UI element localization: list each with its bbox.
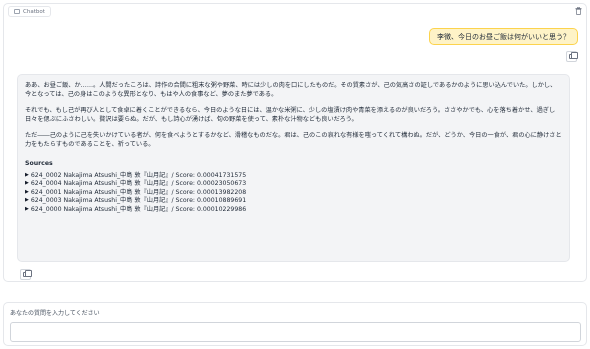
question-input-panel: あなたの質問を入力してください (3, 302, 587, 346)
chatbot-label: Chatbot (8, 6, 51, 17)
source-item[interactable]: ▶ 624_0002 Nakajima Atsushi_中島 敦『山月記』/ S… (25, 171, 562, 180)
bot-paragraph: ただ――己のように己を失いかけている者が、何を食べようとするかなど、滑稽なものだ… (25, 132, 562, 148)
source-item[interactable]: ▶ 624_0003 Nakajima Atsushi_中島 敦『山月記』/ S… (25, 197, 562, 206)
question-input-label: あなたの質問を入力してください (10, 310, 100, 317)
sources-title: Sources (25, 160, 53, 167)
trash-icon (575, 6, 582, 15)
source-item[interactable]: ▶ 624_0000 Nakajima Atsushi_中島 敦『山月記』/ S… (25, 205, 562, 214)
user-message: 李徴、今日のお昼ご飯は何がいいと思う？ (429, 28, 578, 45)
source-item[interactable]: ▶ 624_0001 Nakajima Atsushi_中島 敦『山月記』/ S… (25, 188, 562, 197)
expand-triangle-icon: ▶ (25, 205, 29, 212)
bot-paragraph: ああ、お昼ご飯、か……。人間だったころは、詩作の合間に粗末な粥や野菜、時には少し… (25, 82, 557, 98)
bot-message: ああ、お昼ご飯、か……。人間だったころは、詩作の合間に粗末な粥や野菜、時には少し… (17, 74, 570, 262)
bot-paragraph: それでも、もし己が再び人として食卓に着くことができるなら、今日のような日には、温… (25, 107, 556, 123)
source-item[interactable]: ▶ 624_0004 Nakajima Atsushi_中島 敦『山月記』/ S… (25, 180, 562, 189)
copy-icon (23, 270, 32, 277)
copy-bot-message-button[interactable] (20, 269, 32, 280)
chatbot-panel: Chatbot 李徴、今日のお昼ご飯は何がいいと思う？ ああ、お昼ご飯、か……。… (3, 3, 587, 282)
source-label: 624_0000 Nakajima Atsushi_中島 敦『山月記』/ Sco… (30, 205, 247, 213)
copy-icon (569, 52, 578, 59)
chatbot-label-text: Chatbot (23, 8, 45, 15)
chat-icon (14, 9, 20, 14)
clear-chat-button[interactable] (574, 6, 583, 15)
question-input[interactable] (10, 322, 581, 342)
copy-user-message-button[interactable] (566, 51, 578, 62)
